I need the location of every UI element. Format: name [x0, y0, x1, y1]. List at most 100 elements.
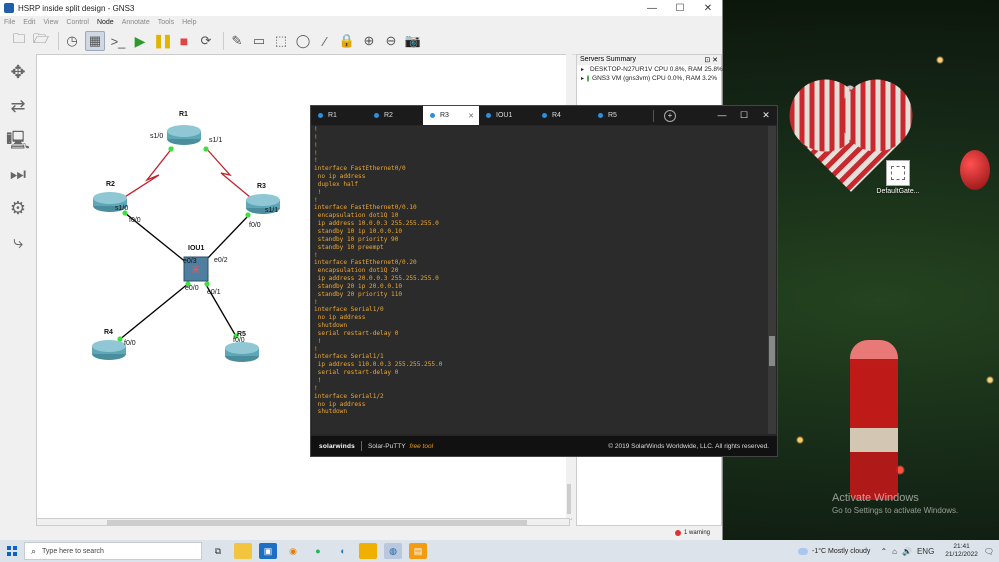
terminal-scrollbar[interactable]: [768, 126, 776, 434]
stop-all-icon[interactable]: ■: [175, 32, 193, 50]
reload-all-icon[interactable]: ⟳: [197, 32, 215, 50]
router-r1[interactable]: [167, 125, 201, 145]
canvas-horizontal-scrollbar[interactable]: [36, 518, 570, 526]
add-note-icon[interactable]: ✎: [228, 32, 246, 50]
tab-r3[interactable]: R3 ✕: [423, 106, 479, 125]
task-view-icon[interactable]: ⧉: [209, 543, 227, 559]
gns3-titlebar[interactable]: HSRP inside split design - GNS3 — ☐ ✕: [0, 0, 722, 16]
end-devices-category-icon[interactable]: 🖳: [6, 128, 30, 152]
scrollbar-thumb[interactable]: [567, 484, 571, 514]
link-r3-iou1[interactable]: [204, 214, 250, 262]
panel-controls[interactable]: ⊡ ✕: [704, 56, 718, 64]
warning-indicator[interactable]: 1 warning: [675, 530, 710, 536]
tab-r4[interactable]: R4: [535, 106, 591, 125]
port-dot: [117, 336, 123, 342]
taskbar-search[interactable]: ⌕ Type here to search: [24, 542, 202, 560]
menu-file[interactable]: File: [4, 19, 15, 26]
language-indicator[interactable]: ENG: [917, 547, 934, 556]
security-devices-category-icon[interactable]: ⏭: [6, 162, 30, 186]
server-label: GNS3 VM (gns3vm) CPU 0.0%, RAM 3.2%: [592, 75, 717, 82]
new-session-icon[interactable]: +: [664, 109, 676, 122]
insert-picture-icon[interactable]: ▭: [250, 32, 268, 50]
router-r4[interactable]: [92, 340, 126, 360]
menu-edit[interactable]: Edit: [23, 19, 35, 26]
menu-annotate[interactable]: Annotate: [122, 19, 150, 26]
volume-icon[interactable]: 🔊: [902, 547, 912, 556]
weather-widget[interactable]: -1°C Mostly cloudy: [798, 547, 871, 555]
close-button[interactable]: ✕: [755, 110, 777, 121]
link-r1-r3[interactable]: [204, 146, 257, 203]
suspend-all-icon[interactable]: ❚❚: [153, 32, 173, 50]
notifications-icon[interactable]: 🗨: [984, 547, 994, 556]
maximize-button[interactable]: ☐: [666, 3, 694, 14]
all-devices-category-icon[interactable]: ⚙: [6, 196, 30, 220]
start-all-icon[interactable]: ▶: [131, 32, 149, 50]
solarwinds-logo: solarwinds: [319, 442, 355, 450]
clock[interactable]: 21:41 21/12/2022: [945, 543, 978, 559]
terminal-line: standby 20 priority 110: [314, 290, 403, 298]
file-explorer-icon[interactable]: [234, 543, 252, 559]
zoom-in-icon[interactable]: ⊕: [360, 32, 378, 50]
draw-rectangle-icon[interactable]: ⬚: [272, 32, 290, 50]
weather-text: -1°C Mostly cloudy: [812, 547, 871, 555]
show-interface-labels-icon[interactable]: ▦: [85, 31, 105, 51]
desktop-file-icon[interactable]: DefaultGate...: [872, 160, 924, 195]
edge-icon[interactable]: ◐: [334, 543, 352, 559]
terminal-line: !: [314, 377, 322, 384]
server-item[interactable]: ▸ DESKTOP-N27UR1V CPU 0.8%, RAM 25.8%: [577, 65, 723, 74]
menu-tools[interactable]: Tools: [158, 19, 174, 26]
console-icon[interactable]: >_: [109, 32, 127, 50]
spotify-icon[interactable]: ●: [309, 543, 327, 559]
maximize-button[interactable]: ☐: [733, 110, 755, 121]
terminal-line: interface Serial1/2: [314, 392, 384, 400]
network-icon[interactable]: ⌂: [892, 547, 897, 556]
menu-node[interactable]: Node: [97, 19, 114, 26]
routers-category-icon[interactable]: ✥: [6, 60, 30, 84]
link-iou1-r4[interactable]: [118, 282, 190, 341]
terminal-output[interactable]: !!!!! interface FastEthernet0/0 no ip add…: [312, 126, 769, 434]
open-project-icon[interactable]: 🗁: [32, 31, 50, 50]
solar-putty-window: R1 R2 R3 ✕ IOU1 R4 R5 + — ☐ ✕ !!!!! interf…: [310, 105, 778, 457]
draw-ellipse-icon[interactable]: ◯: [294, 32, 312, 50]
tab-r1[interactable]: R1: [311, 106, 367, 125]
gns3-taskbar-icon[interactable]: ◍: [384, 543, 402, 559]
menu-control[interactable]: Control: [66, 19, 89, 26]
close-tab-icon[interactable]: ✕: [468, 112, 474, 120]
node-label-iou1[interactable]: IOU1: [188, 245, 204, 252]
menu-help[interactable]: Help: [182, 19, 196, 26]
minimize-button[interactable]: —: [711, 110, 733, 121]
lock-icon[interactable]: 🔒: [338, 32, 356, 50]
close-button[interactable]: ✕: [694, 3, 722, 14]
zoom-out-icon[interactable]: ⊖: [382, 32, 400, 50]
interface-label: s1/0: [150, 133, 164, 140]
open-folder-icon[interactable]: 🗀: [10, 31, 28, 50]
tab-r5[interactable]: R5: [591, 106, 647, 125]
expand-arrow-icon[interactable]: ▸: [581, 75, 584, 82]
router-r5[interactable]: [225, 342, 259, 362]
show-hidden-icons-icon[interactable]: ⌃: [880, 547, 887, 556]
server-item[interactable]: ▸ GNS3 VM (gns3vm) CPU 0.0%, RAM 3.2%: [577, 74, 721, 83]
interface-label: f0/0: [249, 222, 261, 229]
add-link-icon[interactable]: ⤷: [6, 230, 30, 254]
link-r1-r2[interactable]: [116, 146, 174, 203]
menu-view[interactable]: View: [43, 19, 58, 26]
tab-iou1[interactable]: IOU1: [479, 106, 535, 125]
blender-icon[interactable]: ◉: [284, 543, 302, 559]
switches-category-icon[interactable]: ⇄: [6, 94, 30, 118]
node-label-r2[interactable]: R2: [106, 181, 115, 188]
snapshot-clock-icon[interactable]: ◷: [63, 32, 81, 50]
screenshot-camera-icon[interactable]: 📷: [404, 32, 422, 50]
node-label-r3[interactable]: R3: [257, 183, 266, 190]
store-icon[interactable]: ▣: [259, 543, 277, 559]
minimize-button[interactable]: —: [638, 3, 666, 14]
gns3-folder-icon[interactable]: [359, 543, 377, 559]
expand-arrow-icon[interactable]: ▸: [581, 66, 584, 73]
node-label-r4[interactable]: R4: [104, 329, 113, 336]
node-label-r1[interactable]: R1: [179, 111, 188, 118]
tab-r2[interactable]: R2: [367, 106, 423, 125]
solar-putty-taskbar-icon[interactable]: ▤: [409, 543, 427, 559]
scrollbar-thumb[interactable]: [769, 336, 775, 366]
draw-line-icon[interactable]: ⁄: [316, 32, 334, 50]
scrollbar-thumb[interactable]: [107, 520, 527, 525]
start-button[interactable]: [0, 540, 24, 562]
